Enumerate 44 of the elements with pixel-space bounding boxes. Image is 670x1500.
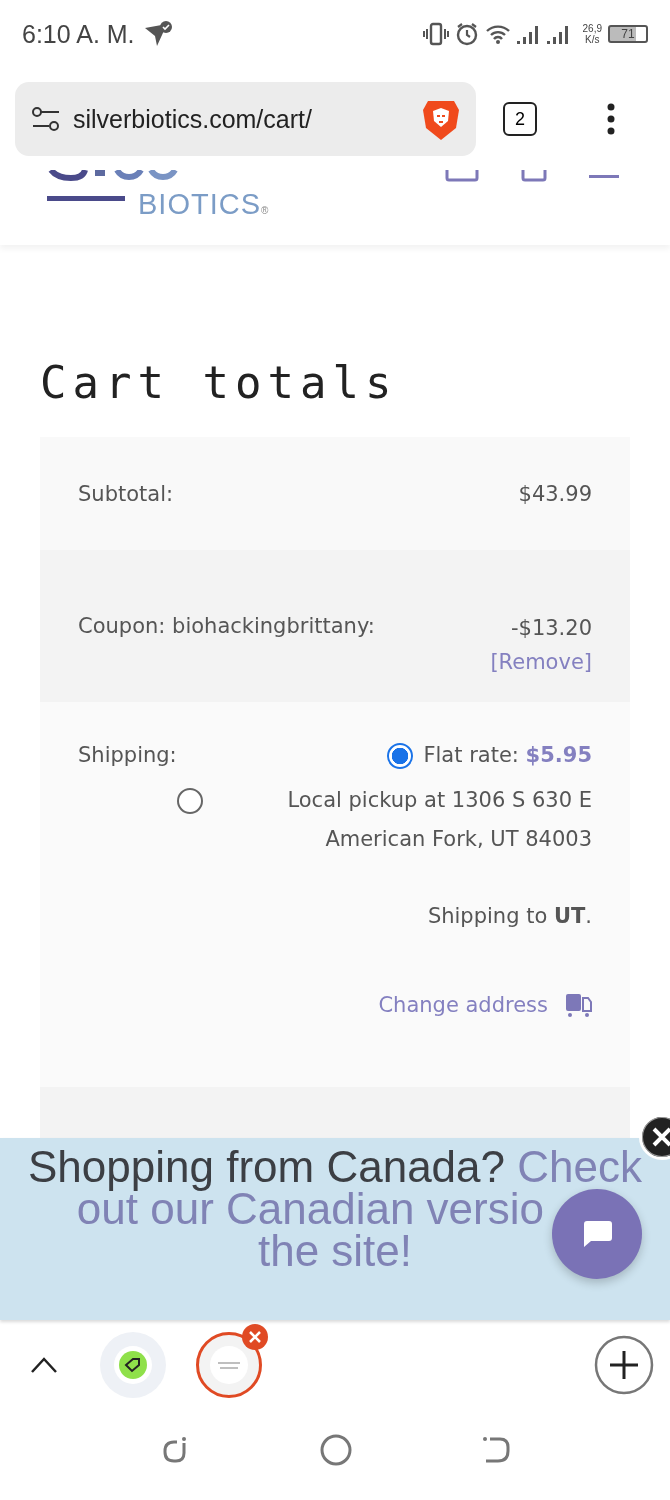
row-label: Coupon: biohackingbrittany: (78, 614, 375, 638)
canada-link[interactable]: the site! (257, 1226, 413, 1275)
url-text: silverbiotics.com/cart/ (73, 104, 313, 134)
registered-mark: ® (261, 205, 270, 216)
speed-unit: K/s (585, 34, 600, 45)
shipping-destination: Shipping to UT. (427, 904, 592, 928)
shipping-option[interactable]: Flat rate: $5.95 (423, 736, 592, 775)
alarm-icon (454, 22, 479, 46)
network-speed: 26,9 (582, 23, 602, 34)
close-icon (651, 1126, 670, 1148)
site-settings-icon[interactable] (31, 106, 61, 132)
logo-text: BIOTICS (138, 188, 261, 220)
bag-icon[interactable] (445, 170, 479, 182)
chevron-up-icon[interactable] (30, 1356, 58, 1374)
clock-time: 6:10 A. M. (22, 19, 135, 49)
back-icon[interactable] (482, 1436, 510, 1464)
account-icon[interactable] (521, 170, 547, 182)
new-tab-icon[interactable] (594, 1335, 654, 1395)
chat-icon (581, 1219, 613, 1249)
radio-button[interactable] (176, 788, 203, 814)
change-address-link[interactable]: Change address (378, 993, 548, 1017)
row-label: Shipping: (78, 743, 177, 767)
menu-icon[interactable] (607, 103, 615, 135)
row-label: Subtotal: (78, 481, 174, 506)
section-title: Cart totals (40, 357, 399, 409)
row-value: $43.99 (518, 481, 592, 506)
home-icon[interactable] (320, 1434, 352, 1466)
chat-button[interactable] (552, 1189, 642, 1279)
battery-level: 71 (621, 27, 635, 41)
tab-count-button[interactable]: 2 (503, 102, 537, 136)
tag-icon (119, 1351, 147, 1379)
close-tab-button[interactable] (242, 1324, 268, 1350)
close-icon (249, 1331, 261, 1343)
banner-text: Shopping from Canada? (28, 1142, 505, 1191)
remove-link[interactable]: [Remove] (490, 650, 592, 674)
vibrate-icon (422, 22, 449, 46)
address-bar[interactable]: silverbiotics.com/cart/ (15, 82, 476, 156)
canada-link[interactable]: Check (517, 1142, 642, 1191)
site-logo-icon (216, 1359, 242, 1371)
truck-icon[interactable] (566, 992, 592, 1018)
shipping-option[interactable]: Local pickup at 1306 S 630 E American Fork, UT 84003 (212, 781, 592, 859)
radio-button[interactable] (387, 743, 414, 769)
row-value: -$13.20 (510, 616, 592, 640)
wifi-icon (484, 23, 511, 45)
